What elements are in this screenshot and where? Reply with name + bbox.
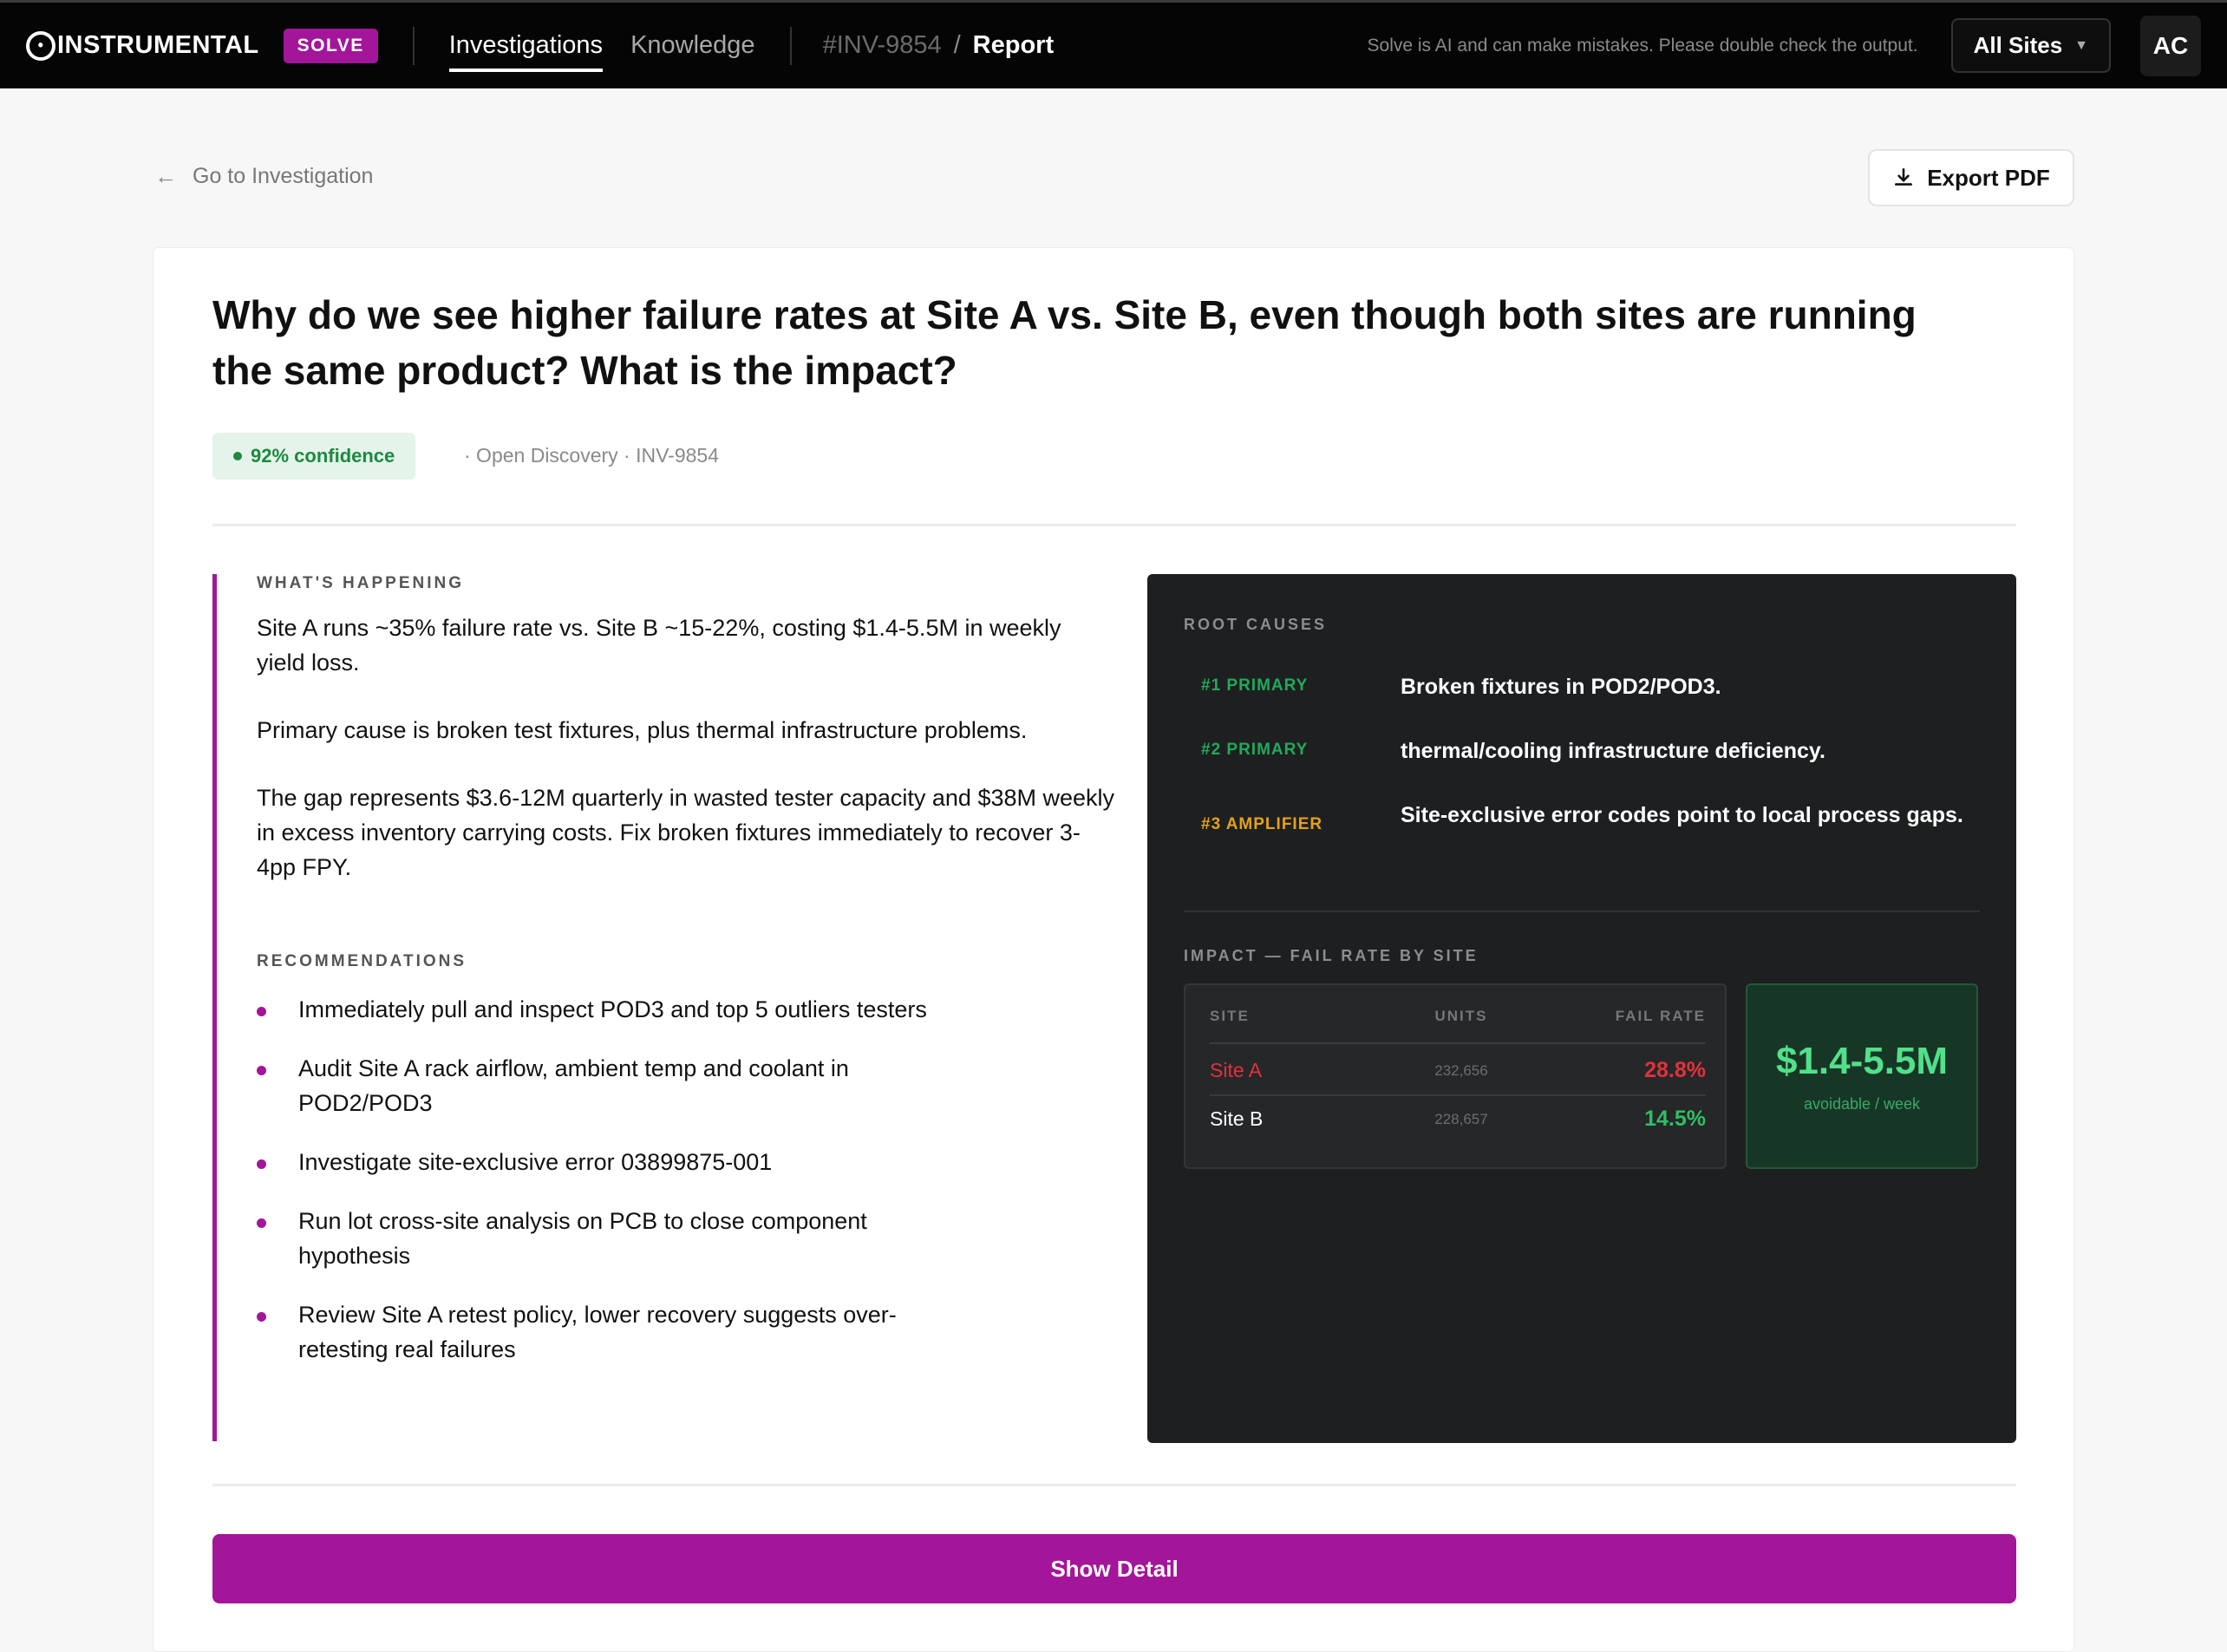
nav-divider bbox=[412, 26, 415, 65]
column-header-fail-rate: FAIL RATE bbox=[1615, 1008, 1706, 1024]
logo-mark-icon: IN• bbox=[26, 30, 56, 61]
recommendations-list: Immediately pull and inspect POD3 and to… bbox=[257, 992, 1080, 1367]
nav-divider bbox=[789, 26, 792, 65]
site-name: Site A bbox=[1210, 1059, 1263, 1081]
divider bbox=[1210, 1094, 1706, 1096]
recommendation-item: Immediately pull and inspect POD3 and to… bbox=[257, 992, 985, 1027]
chevron-down-icon: ▼ bbox=[2074, 37, 2088, 53]
nav-link-knowledge[interactable]: Knowledge bbox=[630, 24, 755, 67]
impact-subtitle: avoidable / week bbox=[1803, 1094, 1921, 1113]
impact-value: $1.4-5.5M bbox=[1775, 1039, 1949, 1082]
root-cause-text: Site-exclusive error codes point to loca… bbox=[1401, 803, 1963, 827]
root-cause-row: #3 AMPLIFIER Site-exclusive error codes … bbox=[1201, 800, 1982, 834]
summary-section: WHAT'S HAPPENING Site A runs ~35% failur… bbox=[212, 574, 1114, 1441]
bullet-icon bbox=[257, 1066, 266, 1075]
root-cause-tag: #1 PRIMARY bbox=[1201, 676, 1309, 695]
recommendations-label: RECOMMENDATIONS bbox=[257, 952, 467, 970]
fail-rate-value: 14.5% bbox=[1644, 1107, 1706, 1131]
export-pdf-button[interactable]: Export PDF bbox=[1868, 149, 2074, 206]
recommendation-text: Investigate site-exclusive error 0389987… bbox=[298, 1149, 773, 1175]
go-to-investigation-link[interactable]: ← Go to Investigation bbox=[154, 163, 373, 190]
units-value: 232,656 bbox=[1434, 1061, 1488, 1079]
divider bbox=[212, 524, 2016, 526]
fail-rate-table: SITE UNITS FAIL RATE Site A 232,656 28.8… bbox=[1184, 983, 1727, 1169]
summary-paragraph: Primary cause is broken test fixtures, p… bbox=[257, 717, 1028, 743]
table-row: Site B 228,657 14.5% bbox=[1210, 1107, 1706, 1132]
root-cause-text: thermal/cooling infrastructure deficienc… bbox=[1401, 739, 1825, 763]
recommendation-text: Review Site A retest policy, lower recov… bbox=[298, 1302, 897, 1362]
confidence-label: 92% confidence bbox=[251, 445, 395, 467]
report-meta: · Open Discovery · INV-9854 bbox=[464, 444, 720, 467]
breadcrumb-current-page: Report bbox=[972, 31, 1055, 59]
recommendation-text: Run lot cross-site analysis on PCB to cl… bbox=[298, 1208, 867, 1269]
recommendation-text: Audit Site A rack airflow, ambient temp … bbox=[298, 1055, 849, 1116]
breadcrumb-separator: / bbox=[953, 31, 961, 59]
confidence-dot-icon bbox=[233, 452, 242, 460]
user-avatar[interactable]: AC bbox=[2140, 15, 2201, 76]
root-causes-panel: ROOT CAUSES #1 PRIMARY Broken fixtures i… bbox=[1147, 574, 2016, 1443]
logo-text: INSTRUMENTAL bbox=[57, 31, 259, 59]
confidence-badge: 92% confidence bbox=[212, 433, 416, 480]
root-causes-label: ROOT CAUSES bbox=[1184, 616, 1328, 633]
nav-link-investigations[interactable]: Investigations bbox=[448, 24, 604, 72]
root-cause-tag: #2 PRIMARY bbox=[1201, 741, 1309, 759]
impact-label: IMPACT — FAIL RATE BY SITE bbox=[1184, 947, 1479, 964]
bullet-icon bbox=[257, 1218, 266, 1228]
solve-badge: SOLVE bbox=[283, 28, 378, 63]
back-link-label: Go to Investigation bbox=[193, 164, 374, 188]
root-cause-tag: #3 AMPLIFIER bbox=[1201, 815, 1323, 833]
whats-happening-label: WHAT'S HAPPENING bbox=[257, 574, 465, 592]
recommendation-item: Investigate site-exclusive error 0389987… bbox=[257, 1145, 985, 1179]
site-name: Site B bbox=[1210, 1107, 1264, 1130]
top-navbar: IN• INSTRUMENTAL SOLVE Investigations Kn… bbox=[0, 0, 2227, 88]
site-select[interactable]: All Sites ▼ bbox=[1950, 18, 2111, 73]
recommendation-item: Audit Site A rack airflow, ambient temp … bbox=[257, 1051, 985, 1120]
recommendation-text: Immediately pull and inspect POD3 and to… bbox=[298, 996, 927, 1022]
export-pdf-label: Export PDF bbox=[1927, 164, 2050, 191]
fail-rate-value: 28.8% bbox=[1644, 1058, 1706, 1082]
report-card: Why do we see higher failure rates at Si… bbox=[153, 247, 2074, 1652]
table-row: Site A 232,656 28.8% bbox=[1210, 1058, 1706, 1083]
recommendation-item: Review Site A retest policy, lower recov… bbox=[257, 1297, 985, 1367]
ai-disclaimer: Solve is AI and can make mistakes. Pleas… bbox=[1367, 35, 1918, 56]
report-question-title: Why do we see higher failure rates at Si… bbox=[212, 292, 1917, 393]
divider bbox=[1210, 1042, 1706, 1044]
show-detail-button[interactable]: Show Detail bbox=[212, 1534, 2016, 1603]
root-cause-row: #2 PRIMARY thermal/cooling infrastructur… bbox=[1201, 735, 1982, 767]
divider bbox=[1184, 911, 1980, 912]
bullet-icon bbox=[257, 1159, 266, 1169]
divider bbox=[212, 1484, 2016, 1486]
recommendation-item: Run lot cross-site analysis on PCB to cl… bbox=[257, 1204, 985, 1273]
table-header: SITE UNITS FAIL RATE bbox=[1210, 1008, 1706, 1025]
instrumental-logo[interactable]: IN• INSTRUMENTAL bbox=[26, 30, 259, 61]
summary-paragraph: Site A runs ~35% failure rate vs. Site B… bbox=[257, 615, 1061, 676]
impact-summary: $1.4-5.5M avoidable / week bbox=[1746, 983, 1978, 1169]
units-value: 228,657 bbox=[1434, 1110, 1488, 1127]
root-cause-text: Broken fixtures in POD2/POD3. bbox=[1401, 675, 1721, 699]
bullet-icon bbox=[257, 1312, 266, 1322]
arrow-left-icon: ← bbox=[154, 163, 177, 189]
site-select-value: All Sites bbox=[1973, 32, 2063, 58]
root-cause-row: #1 PRIMARY Broken fixtures in POD2/POD3. bbox=[1201, 671, 1982, 702]
breadcrumb-investigation-id[interactable]: #INV-9854 bbox=[823, 31, 942, 60]
summary-paragraph: The gap represents $3.6-12M quarterly in… bbox=[257, 785, 1115, 880]
download-icon bbox=[1895, 167, 1913, 186]
column-header-units: UNITS bbox=[1434, 1008, 1488, 1024]
bullet-icon bbox=[257, 1007, 266, 1016]
column-header-site: SITE bbox=[1210, 1008, 1250, 1024]
